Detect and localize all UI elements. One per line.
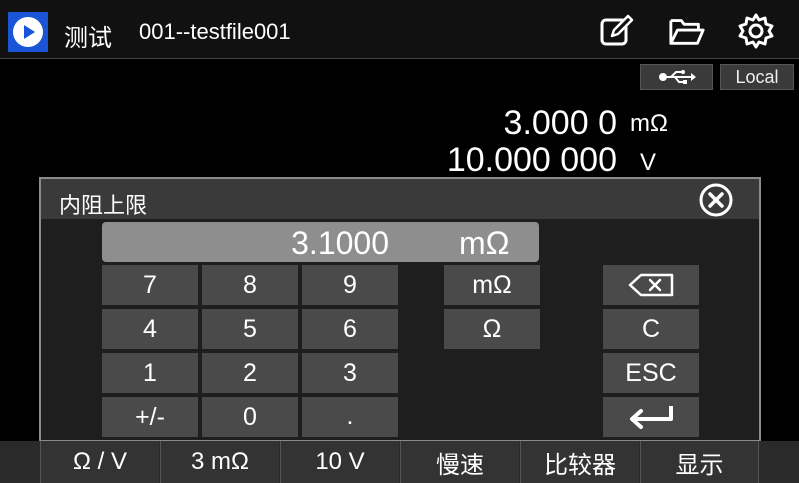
backspace-icon	[628, 273, 674, 297]
key-9[interactable]: 9	[302, 265, 398, 305]
edit-button[interactable]	[598, 12, 636, 50]
key-2[interactable]: 2	[202, 353, 298, 393]
key-0[interactable]: 0	[202, 397, 298, 437]
settings-button[interactable]	[737, 12, 775, 50]
tab-voltage-range[interactable]: 10 V	[280, 441, 399, 483]
enter-button[interactable]	[603, 397, 699, 437]
enter-icon	[630, 406, 673, 429]
bottom-function-bar: Ω / V 3 mΩ 10 V 慢速 比较器 显示	[0, 441, 799, 483]
backspace-button[interactable]	[603, 265, 699, 305]
unit-ohm-button[interactable]: Ω	[444, 309, 540, 349]
top-bar: 测试 001--testfile001	[0, 0, 799, 59]
usb-icon	[658, 70, 696, 84]
page-title: 测试	[64, 24, 112, 52]
voltage-reading: 10.000 000	[446, 141, 617, 179]
dialog-close-button[interactable]	[698, 182, 734, 218]
key-8[interactable]: 8	[202, 265, 298, 305]
tab-measure-mode[interactable]: Ω / V	[40, 441, 159, 483]
open-folder-button[interactable]	[668, 12, 706, 50]
input-value: 3.1000	[291, 225, 389, 261]
voltage-unit: V	[640, 149, 657, 176]
input-unit: mΩ	[459, 225, 510, 261]
escape-button[interactable]: ESC	[603, 353, 699, 393]
settings-icon	[738, 13, 774, 49]
dialog-header: 内阻上限	[41, 179, 759, 219]
mode-badge: Local	[720, 64, 794, 90]
close-icon	[699, 183, 733, 217]
key-1[interactable]: 1	[102, 353, 198, 393]
run-button[interactable]	[8, 12, 48, 52]
tab-speed[interactable]: 慢速	[400, 441, 519, 483]
key-7[interactable]: 7	[102, 265, 198, 305]
dialog-title: 内阻上限	[59, 194, 148, 219]
upper-limit-dialog: 内阻上限 3.1000 mΩ 7 8 9 4 5 6 1 2 3 +/- 0 .…	[39, 177, 761, 442]
play-icon	[13, 17, 43, 47]
usb-status-badge	[640, 64, 713, 90]
clear-button[interactable]: C	[603, 309, 699, 349]
tab-comparator[interactable]: 比较器	[520, 441, 639, 483]
tab-resistance-range[interactable]: 3 mΩ	[160, 441, 279, 483]
key-decimal[interactable]: .	[302, 397, 398, 437]
tab-display[interactable]: 显示	[640, 441, 759, 483]
value-input-display[interactable]: 3.1000 mΩ	[102, 222, 539, 262]
key-sign[interactable]: +/-	[102, 397, 198, 437]
resistance-reading: 3.000 0	[503, 104, 617, 142]
edit-icon	[600, 14, 634, 46]
resistance-unit: mΩ	[630, 110, 668, 137]
key-4[interactable]: 4	[102, 309, 198, 349]
folder-icon	[669, 19, 705, 45]
unit-milliohm-button[interactable]: mΩ	[444, 265, 540, 305]
file-name: 001--testfile001	[139, 19, 291, 44]
key-5[interactable]: 5	[202, 309, 298, 349]
key-6[interactable]: 6	[302, 309, 398, 349]
key-3[interactable]: 3	[302, 353, 398, 393]
